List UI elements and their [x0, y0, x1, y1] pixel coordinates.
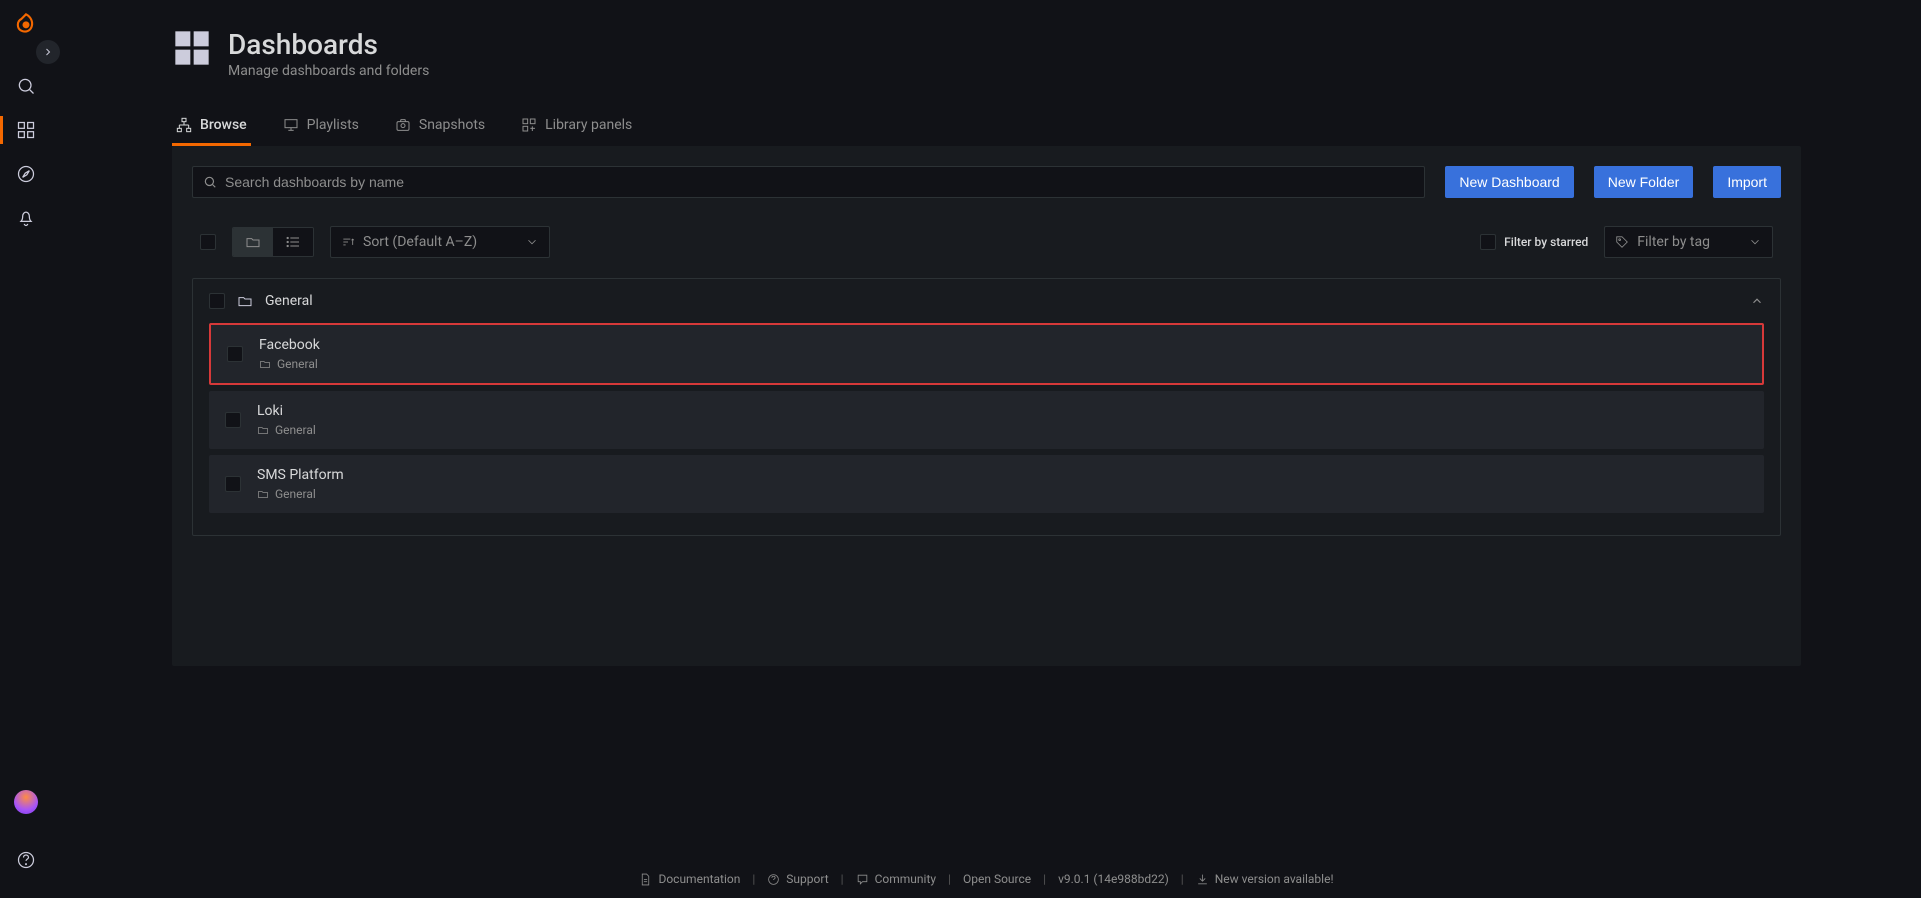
tab-snapshots[interactable]: Snapshots: [391, 107, 489, 145]
page-subtitle: Manage dashboards and folders: [228, 63, 429, 79]
new-folder-button[interactable]: New Folder: [1594, 166, 1694, 198]
avatar[interactable]: [14, 790, 38, 814]
dashboards-large-icon: [172, 28, 212, 68]
toolbar: Sort (Default A–Z) Filter by starred Fil…: [192, 226, 1781, 258]
filter-starred-label: Filter by starred: [1504, 235, 1588, 249]
camera-icon: [395, 117, 411, 133]
dashboard-checkbox[interactable]: [225, 412, 241, 428]
footer-open-source[interactable]: Open Source: [963, 872, 1031, 886]
dashboard-item[interactable]: Facebook General: [209, 323, 1764, 385]
search-icon: [203, 175, 217, 189]
tag-icon: [1615, 235, 1629, 249]
nav-search[interactable]: [0, 64, 52, 108]
presentation-icon: [283, 117, 299, 133]
tabs: Browse Playlists Snapshots Library panel…: [172, 107, 1801, 146]
dashboard-folder: General: [259, 357, 320, 371]
bell-icon: [16, 208, 36, 228]
sidebar-bottom: [0, 790, 52, 898]
sort-select[interactable]: Sort (Default A–Z): [330, 226, 550, 258]
dashboard-name: SMS Platform: [257, 467, 344, 483]
nav-alerting[interactable]: [0, 196, 52, 240]
panel: New Dashboard New Folder Import Sort (De…: [172, 146, 1801, 666]
new-dashboard-button[interactable]: New Dashboard: [1445, 166, 1573, 198]
footer-documentation[interactable]: Documentation: [639, 872, 740, 886]
filter-tag-select[interactable]: Filter by tag: [1604, 226, 1773, 258]
sort-label: Sort (Default A–Z): [363, 234, 477, 250]
folder-header[interactable]: General: [193, 279, 1780, 323]
footer: Documentation | Support | Community | Op…: [52, 872, 1921, 886]
tab-playlists[interactable]: Playlists: [279, 107, 363, 145]
dashboard-item[interactable]: Loki General: [209, 391, 1764, 449]
nav-explore[interactable]: [0, 152, 52, 196]
import-button[interactable]: Import: [1713, 166, 1781, 198]
tab-label: Browse: [200, 117, 247, 133]
select-all-checkbox[interactable]: [200, 234, 216, 250]
sort-icon: [341, 235, 355, 249]
folder-checkbox[interactable]: [209, 293, 225, 309]
footer-community[interactable]: Community: [856, 872, 936, 886]
filter-starred[interactable]: Filter by starred: [1480, 234, 1588, 250]
grafana-logo-icon[interactable]: [12, 12, 40, 40]
search-icon: [16, 76, 36, 96]
filter-starred-checkbox[interactable]: [1480, 234, 1496, 250]
footer-new-version[interactable]: New version available!: [1196, 872, 1334, 886]
nav-help[interactable]: [0, 838, 52, 882]
footer-version[interactable]: v9.0.1 (14e988bd22): [1058, 872, 1169, 886]
tab-label: Snapshots: [419, 117, 485, 133]
chevron-down-icon: [525, 235, 539, 249]
tab-label: Playlists: [307, 117, 359, 133]
folder-section: General Facebook General Loki General SM…: [192, 278, 1781, 536]
search-input[interactable]: [225, 174, 1414, 190]
folder-name: General: [265, 293, 313, 309]
dashboard-folder: General: [257, 487, 344, 501]
page-title: Dashboards: [228, 28, 429, 61]
library-panel-icon: [521, 117, 537, 133]
dashboards-icon: [16, 120, 36, 140]
list-icon: [285, 234, 301, 250]
tab-browse[interactable]: Browse: [172, 107, 251, 145]
page-header: Dashboards Manage dashboards and folders: [172, 28, 1801, 79]
view-toggle: [232, 227, 314, 257]
help-icon: [16, 850, 36, 870]
folder-icon: [259, 358, 271, 370]
dashboard-item[interactable]: SMS Platform General: [209, 455, 1764, 513]
sidebar: [0, 0, 52, 898]
dashboard-name: Facebook: [259, 337, 320, 353]
tab-library-panels[interactable]: Library panels: [517, 107, 636, 145]
filter-tag-label: Filter by tag: [1637, 234, 1710, 250]
document-icon: [639, 873, 652, 886]
dashboard-folder: General: [257, 423, 316, 437]
chevron-down-icon: [1748, 235, 1762, 249]
dashboard-name: Loki: [257, 403, 316, 419]
folder-icon: [245, 234, 261, 250]
dashboard-checkbox[interactable]: [225, 476, 241, 492]
chat-icon: [856, 873, 869, 886]
view-list-button[interactable]: [273, 228, 313, 256]
dashboard-checkbox[interactable]: [227, 346, 243, 362]
main-content: Dashboards Manage dashboards and folders…: [52, 0, 1921, 898]
sitemap-icon: [176, 117, 192, 133]
folder-icon: [257, 424, 269, 436]
action-bar: New Dashboard New Folder Import: [192, 166, 1781, 198]
search-box[interactable]: [192, 166, 1425, 198]
nav-dashboards[interactable]: [0, 108, 52, 152]
dashboard-list: Facebook General Loki General SMS Platfo…: [193, 323, 1780, 535]
compass-icon: [16, 164, 36, 184]
question-icon: [767, 873, 780, 886]
download-icon: [1196, 873, 1209, 886]
view-folder-button[interactable]: [233, 228, 273, 256]
folder-open-icon: [237, 293, 253, 309]
folder-icon: [257, 488, 269, 500]
chevron-up-icon: [1750, 294, 1764, 308]
footer-support[interactable]: Support: [767, 872, 828, 886]
tab-label: Library panels: [545, 117, 632, 133]
